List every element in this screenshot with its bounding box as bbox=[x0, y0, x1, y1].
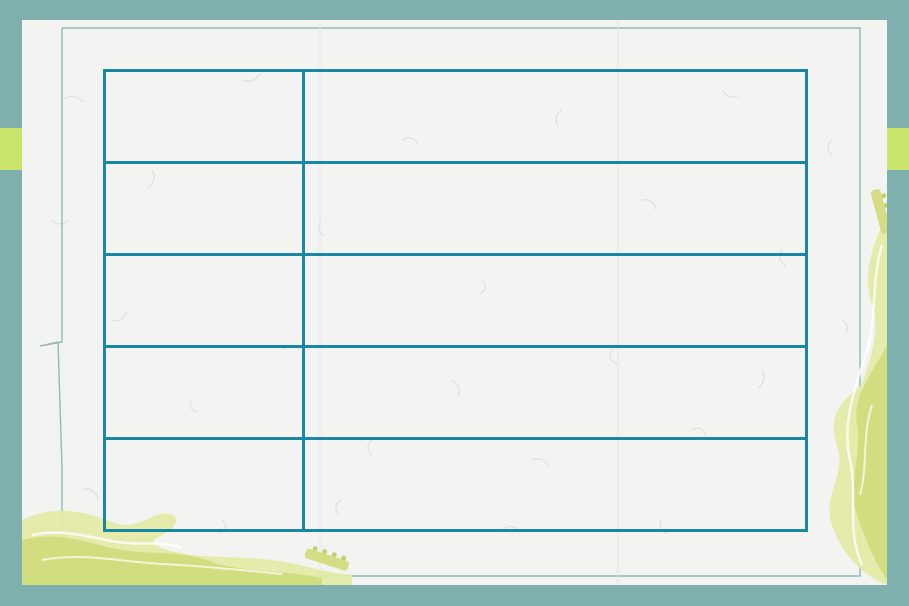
table-cell-value bbox=[302, 345, 808, 440]
table-cell-label bbox=[103, 69, 305, 164]
table-cell-label bbox=[103, 161, 305, 256]
accent-tab-right bbox=[885, 128, 909, 170]
guitar-flame-decoration-right bbox=[829, 189, 887, 585]
table-cell-label bbox=[103, 437, 305, 532]
table-row bbox=[103, 161, 808, 256]
table-row bbox=[103, 345, 808, 440]
table-row bbox=[103, 253, 808, 348]
table-cell-value bbox=[302, 161, 808, 256]
table-cell-value bbox=[302, 437, 808, 532]
table-row bbox=[103, 69, 808, 164]
info-table bbox=[103, 69, 808, 532]
table-row bbox=[103, 437, 808, 532]
table-cell-label bbox=[103, 345, 305, 440]
table-cell-label bbox=[103, 253, 305, 348]
paper-card bbox=[22, 20, 887, 585]
table-cell-value bbox=[302, 253, 808, 348]
table-cell-value bbox=[302, 69, 808, 164]
accent-tab-left bbox=[0, 128, 24, 170]
